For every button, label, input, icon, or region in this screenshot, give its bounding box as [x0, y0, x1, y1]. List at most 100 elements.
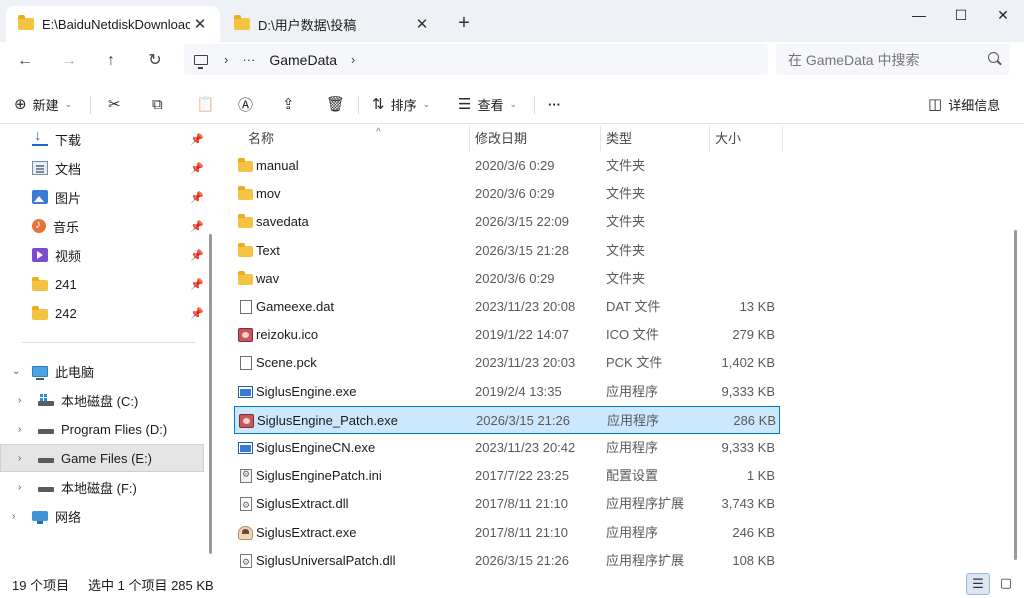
sidebar-item-label: 图片	[55, 190, 82, 206]
file-type: DAT 文件	[606, 299, 661, 314]
tiles-view-button[interactable]: ▢	[994, 573, 1018, 595]
file-row[interactable]: SiglusExtract.exe 2017/8/11 21:10 应用程序 246 …	[234, 519, 780, 547]
chevron-right-icon[interactable]: ›	[18, 482, 21, 493]
share-button[interactable]: ⇪	[282, 90, 301, 118]
settings-file-icon	[240, 469, 252, 484]
breadcrumb-overflow-button[interactable]: ···	[242, 52, 255, 67]
sidebar-item-videos[interactable]: 视频 📌	[0, 241, 204, 269]
sort-button[interactable]: ⇅ 排序 ⌄	[372, 90, 430, 118]
paste-button[interactable]: 📋	[196, 90, 221, 118]
sidebar-scrollbar[interactable]	[209, 234, 212, 554]
sidebar-item-242[interactable]: 242 📌	[0, 299, 204, 327]
file-row[interactable]: SiglusEngine.exe 2019/2/4 13:35 应用程序 9,333 …	[234, 378, 780, 406]
file-date: 2020/3/6 0:29	[475, 270, 555, 286]
back-button[interactable]: ←	[10, 46, 40, 76]
file-row[interactable]: SiglusEnginePatch.ini 2017/7/22 23:25 配置设置…	[234, 462, 780, 490]
sidebar-item-pictures[interactable]: 图片 📌	[0, 183, 204, 211]
file-row[interactable]: Scene.pck 2023/11/23 20:03 PCK 文件 1,402 KB	[234, 349, 780, 377]
sort-label: 排序	[390, 97, 417, 113]
search-input[interactable]	[776, 44, 1010, 75]
pin-icon: 📌	[190, 220, 204, 233]
tab-title: E:\BaiduNetdiskDownloac	[42, 16, 191, 32]
search-icon[interactable]	[988, 52, 999, 63]
character-app-icon	[238, 525, 253, 540]
file-icon	[240, 356, 252, 371]
close-tab-icon[interactable]: ✕	[190, 15, 210, 33]
sidebar-item-drive-e[interactable]: › Game Files (E:)	[0, 444, 204, 472]
forward-button[interactable]: →	[54, 46, 84, 76]
file-row[interactable]: SiglusExtract.dll 2017/8/11 21:10 应用程序扩展 3,…	[234, 490, 780, 518]
copy-button[interactable]: ⧉	[152, 90, 169, 118]
music-icon	[32, 217, 46, 233]
close-tab-icon[interactable]: ✕	[412, 15, 432, 33]
file-row[interactable]: manual 2020/3/6 0:29 文件夹	[234, 152, 780, 180]
sidebar-item-network[interactable]: › 网络	[0, 502, 204, 530]
sidebar-item-drive-c[interactable]: › 本地磁盘 (C:)	[0, 386, 204, 414]
network-icon	[32, 511, 48, 524]
sidebar-item-drive-d[interactable]: › Program Flies (D:)	[0, 415, 204, 443]
column-divider[interactable]	[782, 126, 783, 152]
details-view-button[interactable]: ☰	[966, 573, 990, 595]
column-header-size[interactable]: 大小	[709, 126, 783, 152]
file-row[interactable]: SiglusEngineCN.exe 2023/11/23 20:42 应用程序 9,…	[234, 434, 780, 462]
file-date: 2026/3/15 22:09	[475, 214, 569, 230]
file-row[interactable]: Text 2026/3/15 21:28 文件夹	[234, 237, 780, 265]
tab-user-data[interactable]: D:\用户数据\投稿 ✕	[222, 6, 442, 42]
file-row-selected[interactable]: SiglusEngine_Patch.exe 2026/3/15 21:26 应用程…	[234, 405, 780, 434]
refresh-button[interactable]: ↻	[140, 46, 170, 76]
view-button[interactable]: ☰ 查看 ⌄	[458, 90, 517, 118]
sidebar-item-documents[interactable]: 文档 📌	[0, 154, 204, 182]
this-pc-icon[interactable]	[194, 54, 208, 69]
minimize-button[interactable]: —	[896, 0, 942, 30]
folder-icon	[32, 276, 48, 291]
sidebar-item-241[interactable]: 241 📌	[0, 270, 204, 298]
chevron-right-icon[interactable]: ›	[18, 395, 21, 406]
new-button[interactable]: ⊕ 新建 ⌄	[14, 90, 72, 118]
file-size	[714, 152, 775, 180]
delete-button[interactable]: 🗑	[326, 90, 351, 118]
up-button[interactable]: ↑	[96, 46, 126, 76]
chevron-down-icon[interactable]: ⌄	[12, 366, 20, 377]
new-tab-button[interactable]: +	[452, 12, 476, 36]
tab-baidunetdisk[interactable]: E:\BaiduNetdiskDownloac ✕	[6, 6, 220, 42]
selection-info: 选中 1 个项目 285 KB	[88, 578, 214, 593]
details-pane-button[interactable]: ◫ 详细信息	[928, 90, 1000, 118]
column-header-type[interactable]: 类型	[600, 126, 710, 152]
file-row[interactable]: wav 2020/3/6 0:29 文件夹	[234, 265, 780, 293]
status-bar: 19 个项目 选中 1 个项目 285 KB ☰ ▢	[0, 570, 1024, 598]
file-row[interactable]: reizoku.ico 2019/1/22 14:07 ICO 文件 279 KB	[234, 321, 780, 349]
file-row[interactable]: mov 2020/3/6 0:29 文件夹	[234, 180, 780, 208]
file-row[interactable]: savedata 2026/3/15 22:09 文件夹	[234, 208, 780, 236]
toolbar-divider	[90, 96, 91, 114]
sidebar-item-music[interactable]: 音乐 📌	[0, 212, 204, 240]
file-list-scrollbar[interactable]	[1014, 230, 1017, 560]
chevron-right-icon[interactable]: ›	[18, 424, 21, 435]
file-size	[714, 208, 775, 236]
sidebar-item-downloads[interactable]: 下载 📌	[0, 125, 204, 153]
close-window-button[interactable]: ✕	[980, 0, 1024, 30]
image-ico-icon	[238, 328, 253, 343]
column-header-name[interactable]: ^ 名称	[242, 126, 468, 152]
file-date: 2023/11/23 20:08	[475, 299, 576, 314]
breadcrumb-gamedata[interactable]: GameData	[269, 52, 337, 68]
dll-icon	[240, 497, 252, 512]
cut-button[interactable]: ✂	[108, 90, 127, 118]
sidebar-item-this-pc[interactable]: ⌄ 此电脑	[0, 357, 204, 385]
chevron-down-icon: ⌄	[64, 98, 73, 109]
file-row[interactable]: Gameexe.dat 2023/11/23 20:08 DAT 文件 13 KB	[234, 293, 780, 321]
column-header-date[interactable]: 修改日期	[469, 126, 601, 152]
breadcrumb-arrow-icon[interactable]: ›	[351, 52, 355, 67]
file-date: 2019/2/4 13:35	[475, 383, 562, 399]
maximize-button[interactable]: ☐	[938, 0, 984, 30]
more-options-button[interactable]: ···	[548, 90, 561, 118]
file-name: SiglusEnginePatch.ini	[256, 468, 382, 484]
chevron-right-icon[interactable]: ›	[18, 453, 21, 464]
file-date: 2020/3/6 0:29	[475, 158, 555, 173]
chevron-right-icon[interactable]: ›	[12, 511, 15, 522]
drive-icon	[38, 486, 54, 492]
sidebar-item-drive-f[interactable]: › 本地磁盘 (F:)	[0, 473, 204, 501]
breadcrumb-arrow-icon[interactable]: ›	[224, 52, 228, 67]
address-bar[interactable]: › ··· GameData ›	[184, 44, 768, 75]
file-type: 应用程序扩展	[606, 496, 685, 512]
rename-button[interactable]: Ⓐ	[238, 90, 259, 118]
